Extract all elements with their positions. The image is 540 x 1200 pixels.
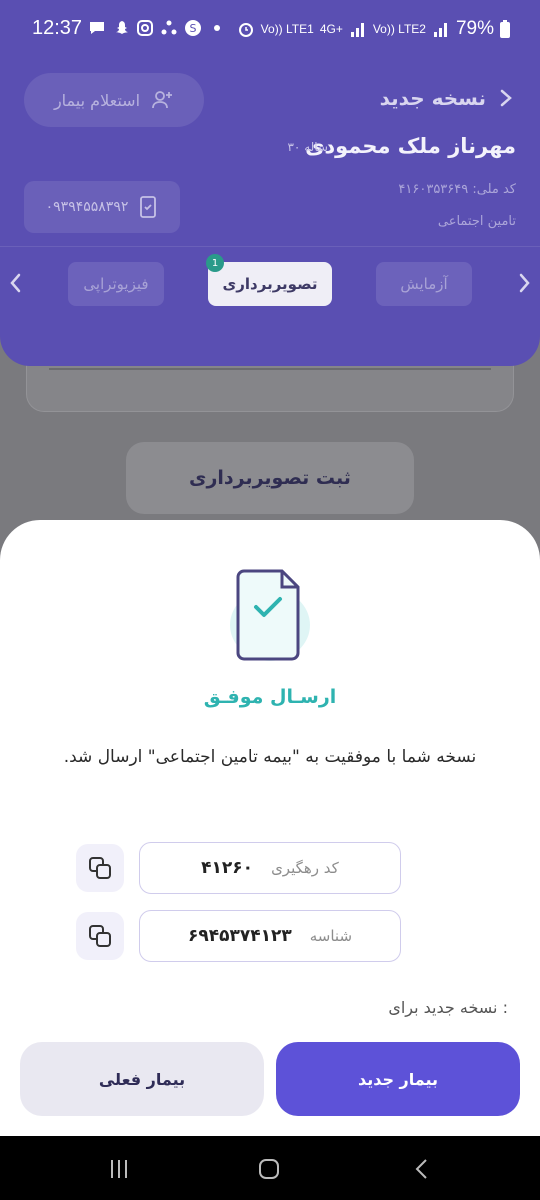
page-title: نسخه جدید [379, 86, 486, 110]
skype-icon: S [185, 20, 201, 36]
dot-icon [214, 25, 220, 31]
battery-icon [500, 20, 510, 38]
status-right: Vo)) LTE1 4G+ Vo)) LTE2 79% [237, 18, 510, 40]
tab-imaging-badge: 1 [206, 254, 224, 272]
tab-imaging-label: تصویربرداری [222, 275, 318, 293]
network-1: Vo)) LTE1 [260, 22, 314, 36]
share-icon [161, 20, 177, 35]
patient-inquiry-button[interactable]: استعلام بیمار [24, 73, 204, 127]
add-user-icon [152, 91, 173, 109]
status-time: 12:37 [32, 17, 83, 39]
status-bar: 12:37 S Vo)) LTE1 4G+ Vo)) LTE2 79% [0, 0, 540, 46]
instagram-icon [137, 20, 153, 36]
document-check-icon [230, 569, 310, 661]
svg-text:S: S [190, 22, 197, 35]
network-3: Vo)) LTE2 [372, 22, 426, 36]
chevron-right-icon[interactable] [518, 272, 532, 300]
tracking-code-value: ۴۱۲۶۰ [201, 858, 254, 878]
signal-icon-2 [433, 23, 447, 37]
id-value: ۶۹۴۵۳۷۴۱۲۳ [187, 926, 292, 946]
success-title: ارسـال موفـق [203, 686, 337, 708]
tab-lab-test[interactable]: آزمایش [376, 262, 472, 306]
new-patient-button[interactable]: بیمار جدید [276, 1042, 520, 1116]
notification-icons: S [88, 19, 226, 37]
home-icon[interactable] [258, 1158, 280, 1180]
tab-imaging[interactable]: تصویربرداری 1 [206, 254, 332, 306]
network-2: 4G+ [319, 22, 343, 36]
id-field: شناسه ۶۹۴۵۳۷۴۱۲۳ [139, 910, 401, 962]
new-prescription-for-label: نسخه جدید برای : [388, 998, 508, 1017]
battery-percent: 79% [455, 18, 494, 39]
phone-check-icon [140, 196, 157, 218]
service-tabs: فیزیوتراپی تصویربرداری 1 آزمایش [0, 254, 540, 310]
header-divider [0, 246, 540, 247]
prescription-header: استعلام بیمار نسخه جدید مهرناز ملک محمود… [0, 46, 540, 366]
phone-number: ۰۹۳۹۴۵۵۸۳۹۲ [45, 199, 129, 215]
title-row: نسخه جدید [380, 86, 514, 110]
patient-phone[interactable]: ۰۹۳۹۴۵۵۸۳۹۲ [24, 181, 180, 233]
submit-imaging-button[interactable]: ثبت تصویربرداری [126, 442, 414, 514]
chevron-left-icon[interactable] [8, 272, 22, 300]
patient-name: مهرناز ملک محمودی [305, 134, 516, 158]
copy-tracking-button[interactable] [76, 844, 124, 892]
inquiry-label: استعلام بیمار [53, 90, 141, 110]
tracking-code-label: کد رهگیری [271, 859, 339, 877]
copy-icon [89, 925, 111, 947]
message-icon [90, 22, 104, 34]
success-bottom-sheet: ارسـال موفـق نسخه شما با موفقیت به "بیمه… [0, 520, 540, 1136]
national-code: کد ملی: ۴۱۶۰۳۵۳۶۴۹ [398, 182, 516, 197]
current-patient-button[interactable]: بیمار فعلی [20, 1042, 264, 1116]
copy-icon [89, 857, 111, 879]
success-message: نسخه شما با موفقیت به "بیمه تامین اجتماع… [63, 747, 477, 767]
chevron-right-icon[interactable] [498, 88, 514, 108]
signal-icon [350, 23, 364, 37]
back-icon[interactable] [412, 1158, 434, 1180]
patient-age: ۳۰ ساله [287, 140, 328, 154]
alarm-icon [238, 23, 253, 37]
card-divider [49, 368, 491, 370]
snapchat-icon [116, 21, 128, 34]
system-nav-bar [0, 1136, 540, 1200]
copy-id-button[interactable] [76, 912, 124, 960]
tracking-code-field: کد رهگیری ۴۱۲۶۰ [139, 842, 401, 894]
recent-apps-icon[interactable] [108, 1158, 130, 1180]
tab-physiotherapy[interactable]: فیزیوتراپی [68, 262, 164, 306]
insurer-name: تامین اجتماعی [437, 214, 516, 229]
id-label: شناسه [309, 927, 353, 945]
